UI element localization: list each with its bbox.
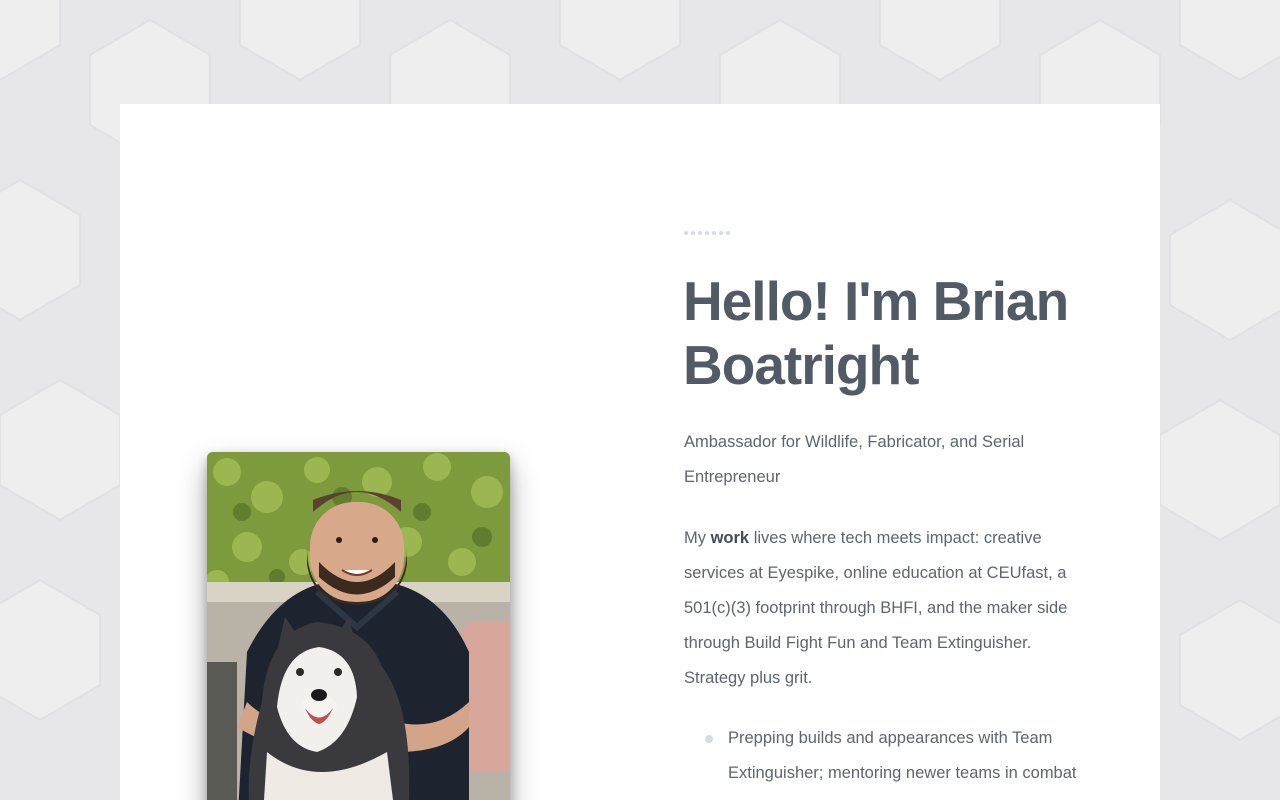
- bio-paragraph: My work lives where tech meets impact: c…: [684, 521, 1084, 696]
- list-item: Prepping builds and appearances with Tea…: [684, 721, 1104, 791]
- highlights-list: Prepping builds and appearances with Tea…: [684, 721, 1104, 791]
- bio-emphasis: work: [710, 529, 750, 547]
- profile-photo: [207, 452, 510, 800]
- list-item-text: Prepping builds and appearances with Tea…: [728, 729, 1077, 782]
- page-title: Hello! I'm Brian Boatright: [683, 270, 1069, 396]
- bullet-dot-icon: [705, 735, 713, 743]
- bio-prefix: My: [684, 529, 711, 547]
- tagline: Ambassador for Wildlife, Fabricator, and…: [684, 433, 1025, 486]
- bio-text: lives where tech meets impact: creative …: [684, 529, 1068, 687]
- dotted-line-decoration: [684, 231, 730, 235]
- intro-card: Hello! I'm Brian Boatright Ambassador fo…: [120, 104, 1160, 800]
